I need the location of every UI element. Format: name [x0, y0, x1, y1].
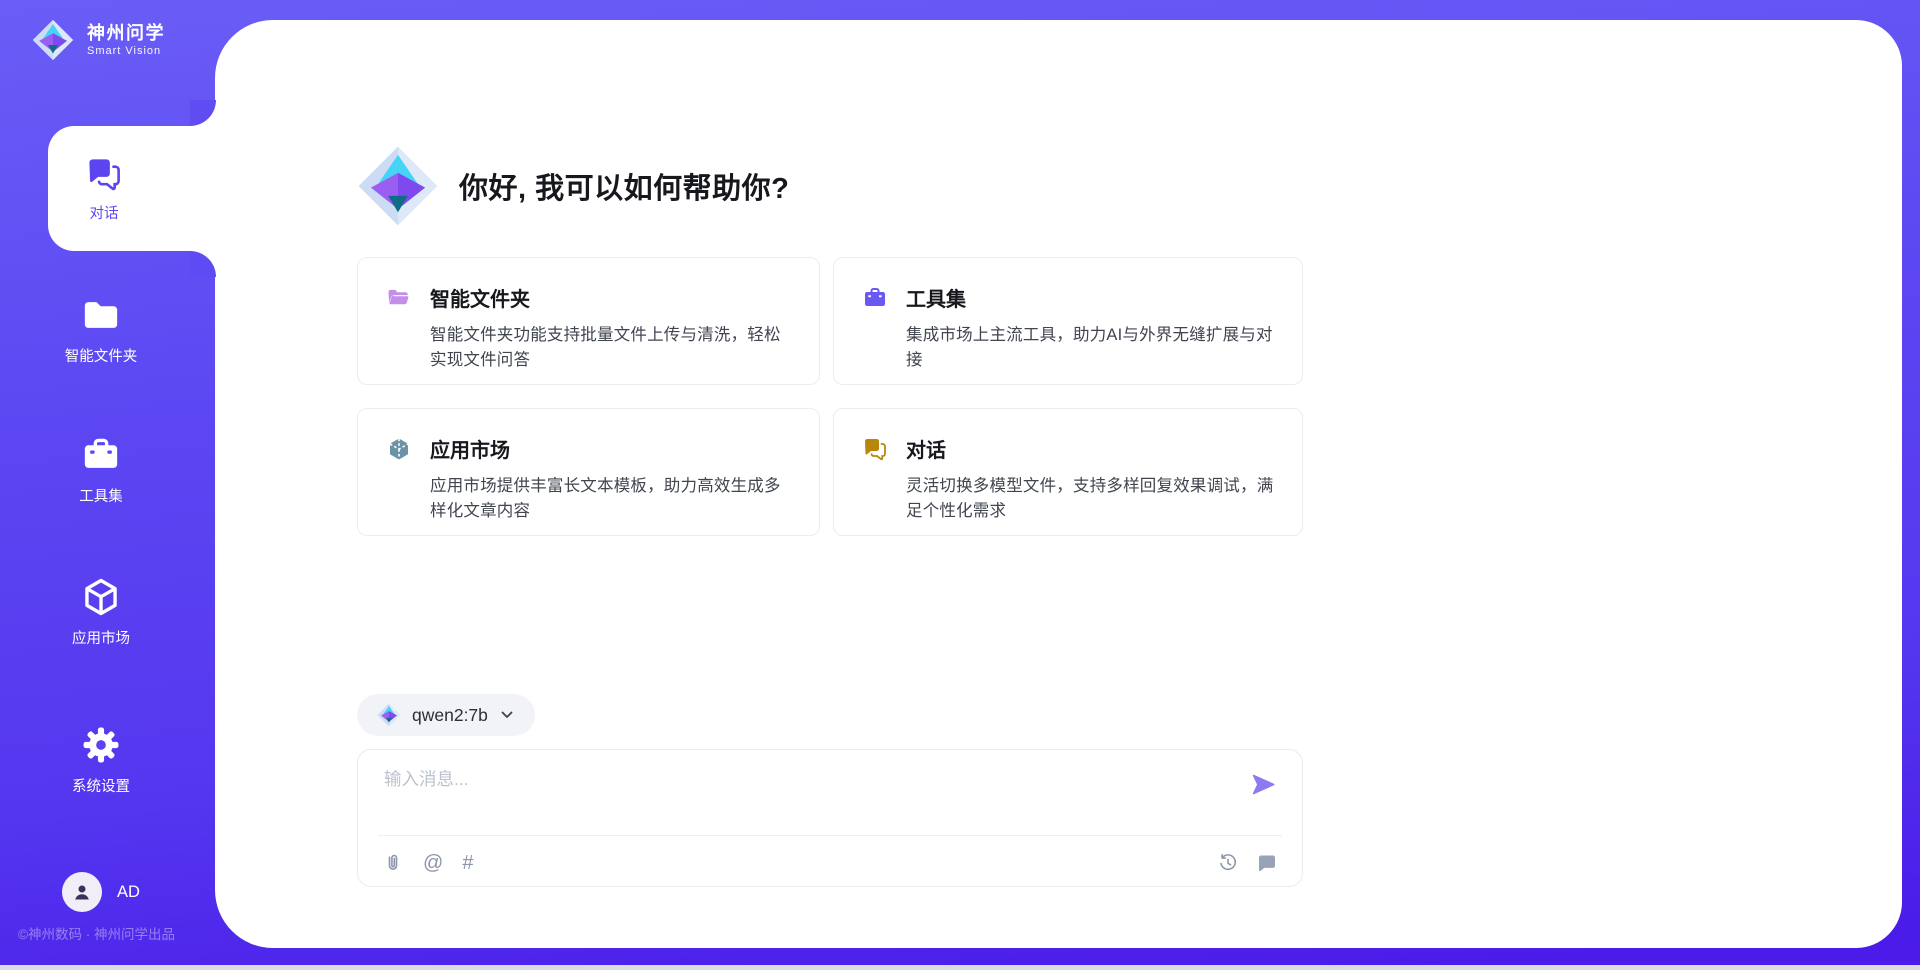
card-title: 应用市场: [430, 434, 510, 463]
greeting-text: 你好, 我可以如何帮助你?: [459, 165, 789, 207]
sidebar-item-app-market[interactable]: 应用市场: [0, 576, 202, 648]
brand-name: 神州问学: [87, 23, 165, 44]
sidebar-item-label: 工具集: [79, 485, 123, 506]
feature-card-app-market[interactable]: 应用市场 应用市场提供丰富长文本模板，助力高效生成多样化文章内容: [357, 408, 820, 536]
sidebar-item-label: 应用市场: [72, 627, 130, 648]
window-bottom-edge: [0, 965, 1920, 970]
model-selector[interactable]: qwen2:7b: [357, 694, 535, 736]
message-composer: @ #: [357, 749, 1303, 887]
briefcase-icon: [80, 434, 122, 476]
sidebar-item-label: 对话: [90, 202, 119, 223]
folder-icon: [80, 294, 122, 336]
briefcase-icon: [862, 285, 888, 311]
tab-fillet-bottom: [190, 251, 216, 277]
chat-icon: [85, 155, 123, 193]
chat-icon: [862, 436, 888, 462]
greeting-block: 你好, 我可以如何帮助你?: [357, 145, 1303, 227]
user-name: AD: [117, 883, 140, 902]
paperclip-icon[interactable]: [382, 852, 404, 874]
brand-logo: 神州问学 Smart Vision: [32, 19, 165, 61]
content-column: 你好, 我可以如何帮助你? 智能文件夹 智能文件夹功能支持批量文件上传与清洗，轻…: [357, 145, 1303, 887]
hash-icon[interactable]: #: [462, 853, 473, 873]
diamond-logo-icon: [32, 19, 74, 61]
card-title: 对话: [906, 434, 946, 463]
sidebar-item-label: 智能文件夹: [65, 345, 138, 366]
send-icon[interactable]: [1250, 771, 1277, 798]
message-input[interactable]: [382, 768, 1206, 791]
history-icon[interactable]: [1217, 852, 1239, 874]
feature-card-smart-folder[interactable]: 智能文件夹 智能文件夹功能支持批量文件上传与清洗，轻松实现文件问答: [357, 257, 820, 385]
card-description: 灵活切换多模型文件，支持多样回复效果调试，满足个性化需求: [906, 474, 1274, 524]
gear-icon: [80, 724, 122, 766]
card-description: 智能文件夹功能支持批量文件上传与清洗，轻松实现文件问答: [430, 323, 791, 373]
diamond-logo-icon: [357, 145, 439, 227]
diamond-logo-icon: [377, 703, 401, 727]
avatar: [62, 872, 102, 912]
sidebar-item-chat[interactable]: 对话: [48, 126, 220, 251]
tab-fillet-top: [190, 100, 216, 126]
card-title: 工具集: [906, 283, 966, 312]
feature-card-toolset[interactable]: 工具集 集成市场上主流工具，助力AI与外界无缝扩展与对接: [833, 257, 1303, 385]
user-profile[interactable]: AD: [0, 872, 202, 912]
card-description: 应用市场提供丰富长文本模板，助力高效生成多样化文章内容: [430, 474, 791, 524]
sidebar-item-system-settings[interactable]: 系统设置: [0, 724, 202, 796]
cube-grid-icon: [386, 436, 412, 462]
chat-bubble-icon[interactable]: [1256, 852, 1278, 874]
composer-divider: [378, 835, 1282, 836]
at-icon[interactable]: @: [423, 853, 443, 873]
brand-subtitle: Smart Vision: [87, 45, 165, 57]
cube-icon: [80, 576, 122, 618]
card-title: 智能文件夹: [430, 283, 530, 312]
folder-open-icon: [386, 285, 412, 311]
feature-card-grid: 智能文件夹 智能文件夹功能支持批量文件上传与清洗，轻松实现文件问答 工具集 集成…: [357, 257, 1303, 536]
feature-card-chat[interactable]: 对话 灵活切换多模型文件，支持多样回复效果调试，满足个性化需求: [833, 408, 1303, 536]
sidebar-item-label: 系统设置: [72, 775, 130, 796]
model-name: qwen2:7b: [412, 705, 488, 726]
copyright-text: ©神州数码 · 神州问学出品: [18, 923, 175, 943]
chevron-down-icon: [499, 707, 515, 723]
sidebar-item-toolset[interactable]: 工具集: [0, 434, 202, 506]
person-icon: [70, 880, 94, 904]
sidebar-item-smart-folder[interactable]: 智能文件夹: [0, 294, 202, 366]
card-description: 集成市场上主流工具，助力AI与外界无缝扩展与对接: [906, 323, 1274, 373]
